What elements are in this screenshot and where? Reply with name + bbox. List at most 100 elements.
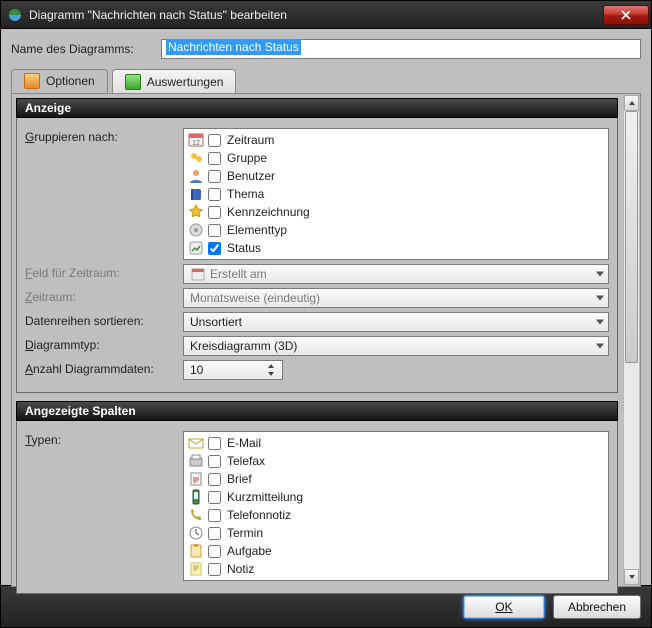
group-label: Status — [225, 241, 261, 255]
spinner-down[interactable] — [264, 370, 278, 378]
group-item[interactable]: Benutzer — [188, 167, 604, 185]
group-label: Thema — [225, 187, 264, 201]
group-checkbox[interactable] — [208, 188, 221, 201]
type-item[interactable]: Notiz — [188, 560, 604, 578]
type-label: Telefonnotiz — [225, 508, 291, 522]
tab-evaluations[interactable]: Auswertungen — [112, 69, 237, 93]
chart-type-value: Kreisdiagramm (3D) — [190, 339, 297, 353]
dialog-window: Diagramm "Nachrichten nach Status" bearb… — [0, 0, 652, 628]
letter-icon — [188, 471, 204, 487]
row-field-period: Feld für Zeitraum: Erstellt am — [25, 264, 609, 284]
chevron-down-icon — [596, 296, 604, 301]
group-icon — [188, 150, 204, 166]
scroll-up-button[interactable] — [624, 95, 639, 111]
type-label: Notiz — [225, 562, 254, 576]
group-checkbox[interactable] — [208, 224, 221, 237]
row-sort: Datenreihen sortieren: Unsortiert — [25, 312, 609, 332]
type-item[interactable]: Kurzmitteilung — [188, 488, 604, 506]
row-chart-type: Diagrammtyp: Kreisdiagramm (3D) — [25, 336, 609, 356]
svg-text:12: 12 — [192, 140, 200, 147]
type-checkbox[interactable] — [208, 455, 221, 468]
disc-icon — [188, 222, 204, 238]
cancel-button[interactable]: Abbrechen — [553, 595, 641, 619]
data-count-spinner[interactable]: 10 — [183, 360, 283, 380]
panel-columns: Angezeigte Spalten Typen: E-MailTelefaxB… — [16, 401, 618, 594]
clock-icon — [188, 525, 204, 541]
group-item[interactable]: 12Zeitraum — [188, 131, 604, 149]
evaluations-icon — [125, 74, 141, 90]
fax-icon — [188, 453, 204, 469]
type-label: Brief — [225, 472, 252, 486]
options-scroll-area: Anzeige Gruppieren nach: 12ZeitraumGrupp… — [11, 93, 641, 587]
group-item[interactable]: Thema — [188, 185, 604, 203]
type-checkbox[interactable] — [208, 437, 221, 450]
type-item[interactable]: Brief — [188, 470, 604, 488]
row-types: Typen: E-MailTelefaxBriefKurzmitteilungT… — [25, 431, 609, 581]
diagram-name-input[interactable]: Nachrichten nach Status — [161, 39, 641, 59]
group-item[interactable]: Gruppe — [188, 149, 604, 167]
group-by-list[interactable]: 12Zeitraum Gruppe Benutzer Thema Kennzeichnu… — [183, 128, 609, 260]
sort-label: Datenreihen sortieren: — [25, 312, 175, 328]
user-icon — [188, 168, 204, 184]
group-checkbox[interactable] — [208, 134, 221, 147]
titlebar: Diagramm "Nachrichten nach Status" bearb… — [1, 1, 651, 29]
group-item[interactable]: Kennzeichnung — [188, 203, 604, 221]
type-checkbox[interactable] — [208, 491, 221, 504]
panel-display: Anzeige Gruppieren nach: 12ZeitraumGrupp… — [16, 98, 618, 393]
dialog-content: Name des Diagramms: Nachrichten nach Sta… — [1, 29, 651, 585]
name-row: Name des Diagramms: Nachrichten nach Sta… — [11, 39, 641, 59]
type-item[interactable]: Telefax — [188, 452, 604, 470]
group-checkbox[interactable] — [208, 206, 221, 219]
scroll-track[interactable] — [624, 111, 639, 569]
chevron-down-icon — [596, 272, 604, 277]
type-item[interactable]: Telefonnotiz — [188, 506, 604, 524]
chevron-down-icon — [268, 372, 274, 376]
type-label: Kurzmitteilung — [225, 490, 303, 504]
note-icon — [188, 561, 204, 577]
group-checkbox[interactable] — [208, 152, 221, 165]
group-item[interactable]: Status — [188, 239, 604, 257]
group-checkbox[interactable] — [208, 242, 221, 255]
phone-icon — [188, 507, 204, 523]
chevron-down-icon — [596, 344, 604, 349]
name-label: Name des Diagramms: — [11, 42, 151, 56]
group-checkbox[interactable] — [208, 170, 221, 183]
type-checkbox[interactable] — [208, 527, 221, 540]
close-button[interactable] — [603, 5, 649, 25]
scroll-thumb[interactable] — [625, 111, 638, 363]
ok-button[interactable]: OK — [463, 595, 545, 619]
group-by-label: Gruppieren nach: — [25, 128, 175, 144]
vertical-scrollbar[interactable] — [623, 95, 639, 585]
period-label: Zeitraum: — [25, 288, 175, 304]
types-list[interactable]: E-MailTelefax Brief Kurzmitteilung Telefonn… — [183, 431, 609, 581]
period-value: Monatsweise (eindeutig) — [190, 291, 320, 305]
spinner-up[interactable] — [264, 362, 278, 370]
type-checkbox[interactable] — [208, 545, 221, 558]
group-label: Elementtyp — [225, 223, 287, 237]
data-count-label: Anzahl Diagrammdaten: — [25, 360, 175, 376]
chevron-down-icon — [629, 575, 635, 579]
tab-options-label: Optionen — [46, 74, 95, 88]
sort-value: Unsortiert — [190, 315, 242, 329]
field-period-combo[interactable]: Erstellt am — [183, 264, 609, 284]
sort-combo[interactable]: Unsortiert — [183, 312, 609, 332]
type-item[interactable]: Termin — [188, 524, 604, 542]
task-icon — [188, 543, 204, 559]
chart-type-combo[interactable]: Kreisdiagramm (3D) — [183, 336, 609, 356]
type-item[interactable]: Aufgabe — [188, 542, 604, 560]
group-label: Gruppe — [225, 151, 267, 165]
period-combo[interactable]: Monatsweise (eindeutig) — [183, 288, 609, 308]
type-checkbox[interactable] — [208, 563, 221, 576]
group-item[interactable]: Elementtyp — [188, 221, 604, 239]
field-period-label: Feld für Zeitraum: — [25, 264, 175, 280]
row-data-count: Anzahl Diagrammdaten: 10 — [25, 360, 609, 380]
type-checkbox[interactable] — [208, 473, 221, 486]
scroll-down-button[interactable] — [624, 569, 639, 585]
tab-options[interactable]: Optionen — [11, 69, 108, 93]
book-icon — [188, 186, 204, 202]
options-icon — [24, 73, 40, 89]
type-item[interactable]: E-Mail — [188, 434, 604, 452]
type-checkbox[interactable] — [208, 509, 221, 522]
group-label: Kennzeichnung — [225, 205, 310, 219]
field-period-value: Erstellt am — [210, 267, 267, 281]
